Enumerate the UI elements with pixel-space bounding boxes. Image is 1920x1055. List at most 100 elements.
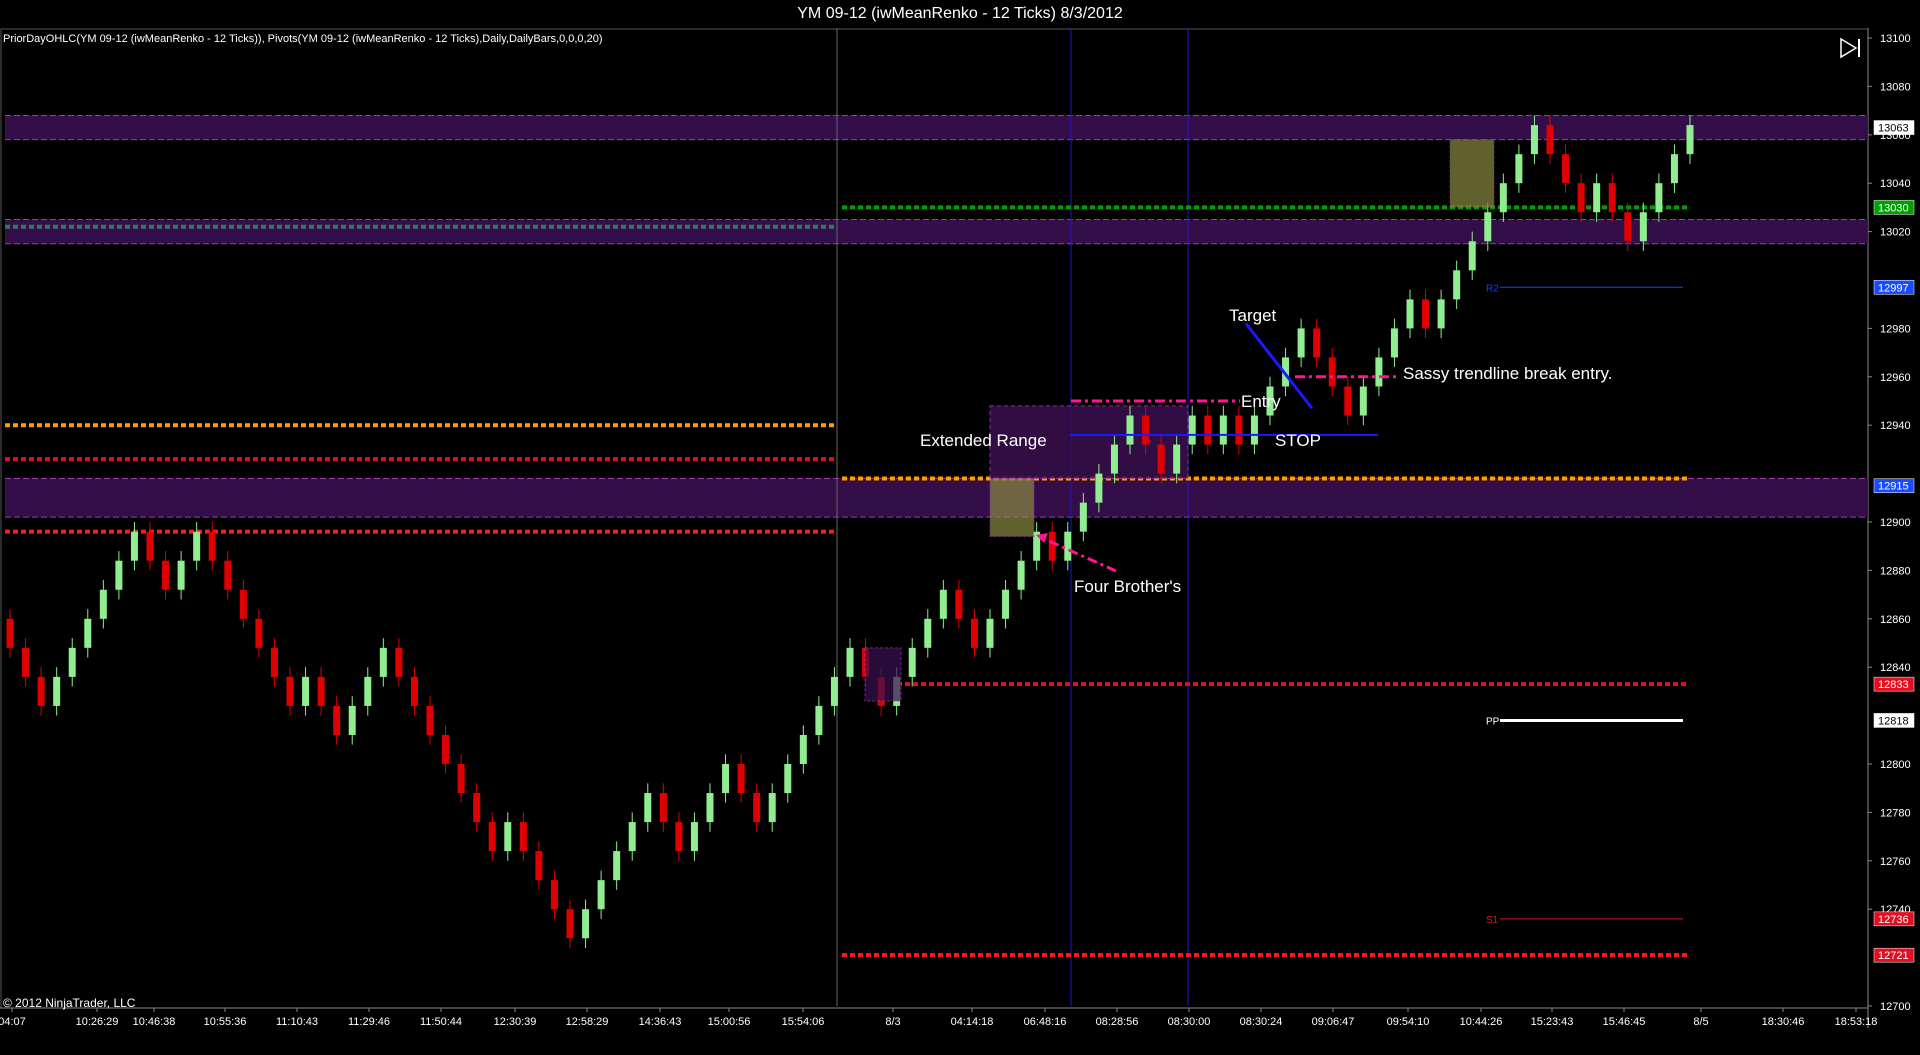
renko-brick <box>146 531 154 561</box>
price-marker-label: 12915 <box>1878 481 1909 493</box>
x-tick-label: 15:46:45 <box>1603 1016 1646 1028</box>
x-tick-label: 06:48:16 <box>1024 1016 1067 1028</box>
renko-brick <box>410 676 418 706</box>
renko-brick <box>317 676 325 706</box>
renko-brick <box>582 909 590 939</box>
renko-brick <box>162 560 170 590</box>
y-tick-label: 12900 <box>1880 517 1911 529</box>
renko-brick <box>1235 415 1243 445</box>
renko-brick <box>737 764 745 794</box>
renko-brick <box>924 618 932 648</box>
chart-panel[interactable]: R2 PP S1 13100 13080 13060 13040 13020 12980 1296… <box>0 28 1920 1055</box>
x-tick-label: 15:00:56 <box>708 1016 751 1028</box>
indicator-legend: PriorDayOHLC(YM 09-12 (iwMeanRenko - 12 … <box>3 33 603 45</box>
renko-brick <box>53 676 61 706</box>
renko-brick <box>1515 154 1523 184</box>
renko-brick <box>37 676 45 706</box>
renko-brick <box>1157 444 1165 474</box>
renko-brick <box>1686 125 1694 155</box>
renko-brick <box>457 764 465 794</box>
renko-brick <box>1095 473 1103 503</box>
renko-brick <box>1639 212 1647 242</box>
renko-brick <box>1313 328 1321 358</box>
renko-brick <box>99 589 107 619</box>
y-tick-label: 12960 <box>1880 372 1911 384</box>
renko-brick <box>1359 386 1367 416</box>
pivot-label: R2 <box>1486 283 1499 294</box>
renko-brick <box>1577 183 1585 213</box>
renko-brick <box>846 647 854 677</box>
x-tick-label: 04:07 <box>0 1016 26 1028</box>
x-tick-label: 11:50:44 <box>420 1016 462 1028</box>
price-marker-label: 12818 <box>1878 715 1909 727</box>
renko-brick <box>1593 183 1601 213</box>
renko-brick <box>379 647 387 677</box>
renko-brick <box>208 531 216 561</box>
renko-brick <box>504 822 512 852</box>
price-marker-label: 12721 <box>1878 950 1909 962</box>
x-tick-label: 18:30:46 <box>1762 1016 1805 1028</box>
renko-brick <box>1484 212 1492 242</box>
renko-brick <box>1344 386 1352 416</box>
renko-brick <box>830 676 838 706</box>
renko-brick <box>753 793 761 823</box>
renko-brick <box>473 793 481 823</box>
price-chart[interactable]: R2PPS11310013080130601304013020129801296… <box>0 28 1920 1055</box>
y-tick-label: 12840 <box>1880 662 1911 674</box>
renko-brick <box>970 618 978 648</box>
x-tick-label: 15:23:43 <box>1531 1016 1574 1028</box>
skip-to-end-icon[interactable] <box>1838 36 1862 60</box>
y-tick-label: 12980 <box>1880 323 1911 335</box>
renko-brick <box>1406 299 1414 329</box>
four-brothers-box <box>989 477 1035 538</box>
renko-brick <box>1188 415 1196 445</box>
y-tick-label: 13020 <box>1880 227 1911 239</box>
renko-brick <box>815 705 823 735</box>
renko-brick <box>706 793 714 823</box>
renko-brick <box>6 618 14 648</box>
renko-brick <box>986 618 994 648</box>
resistance-zone <box>5 219 1868 244</box>
x-tick-label: 8/3 <box>885 1016 900 1028</box>
renko-brick <box>613 851 621 881</box>
renko-brick <box>597 880 605 910</box>
renko-brick <box>1530 125 1538 155</box>
x-tick-label: 12:58:29 <box>566 1016 609 1028</box>
y-tick-label: 13080 <box>1880 81 1911 93</box>
renko-brick <box>1437 299 1445 329</box>
renko-brick <box>1002 589 1010 619</box>
price-marker-label: 13063 <box>1878 123 1909 135</box>
x-tick-label: 04:14:18 <box>951 1016 994 1028</box>
renko-brick <box>255 618 263 648</box>
resistance-zone <box>5 478 1868 518</box>
renko-brick <box>488 822 496 852</box>
x-tick-label: 14:36:43 <box>639 1016 682 1028</box>
price-marker-label: 12997 <box>1878 282 1909 294</box>
renko-brick <box>955 589 963 619</box>
renko-brick <box>364 676 372 706</box>
renko-brick <box>644 793 652 823</box>
pivot-label: S1 <box>1486 915 1499 926</box>
x-tick-label: 15:54:06 <box>782 1016 825 1028</box>
copyright-text: © 2012 NinjaTrader, LLC <box>3 996 136 1010</box>
renko-brick <box>1375 357 1383 387</box>
pivot-label: PP <box>1486 716 1500 727</box>
renko-brick <box>224 560 232 590</box>
x-tick-label: 10:26:29 <box>76 1016 119 1028</box>
renko-brick <box>908 647 916 677</box>
renko-brick <box>1204 415 1212 445</box>
renko-brick <box>1219 415 1227 445</box>
renko-brick <box>1608 183 1616 213</box>
x-tick-label: 09:06:47 <box>1312 1016 1355 1028</box>
renko-brick <box>1297 328 1305 358</box>
y-tick-label: 12800 <box>1880 759 1911 771</box>
highlight-box <box>864 647 902 702</box>
annotation-stop: STOP <box>1275 431 1321 450</box>
y-tick-label: 12860 <box>1880 614 1911 626</box>
x-tick-label: 10:55:36 <box>204 1016 247 1028</box>
renko-brick <box>1079 502 1087 532</box>
x-tick-label: 18:53:18 <box>1835 1016 1878 1028</box>
y-tick-label: 12700 <box>1880 1001 1911 1013</box>
window-title: YM 09-12 (iwMeanRenko - 12 Ticks) 8/3/20… <box>0 0 1920 28</box>
renko-brick <box>519 822 527 852</box>
